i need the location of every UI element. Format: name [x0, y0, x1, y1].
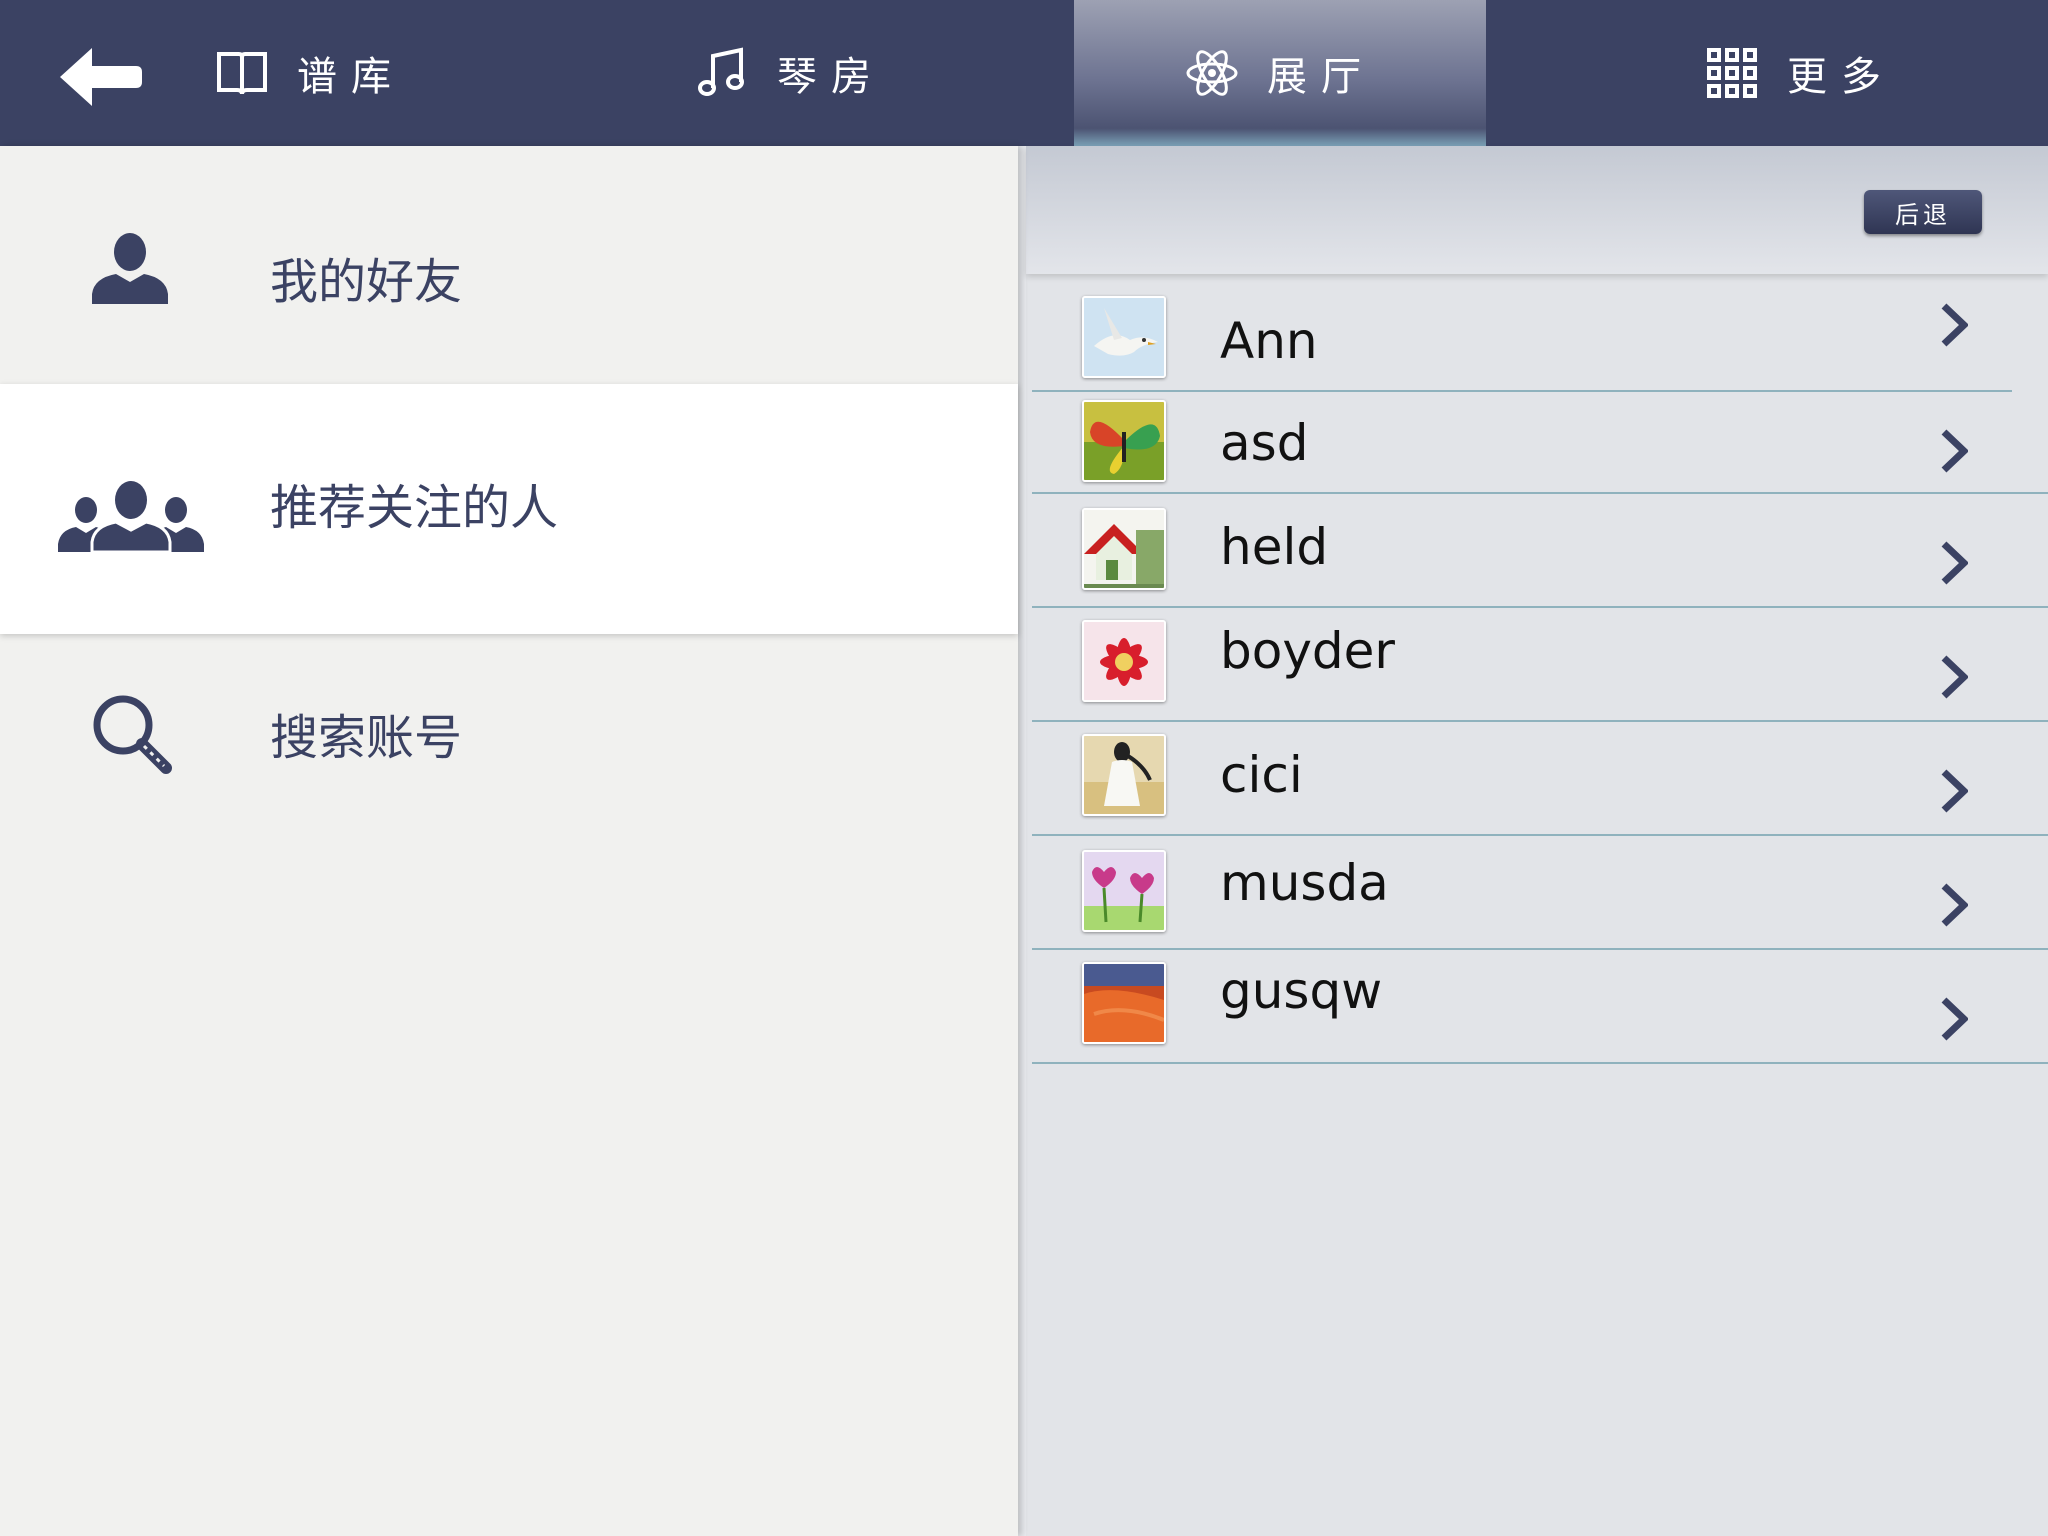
list-item[interactable] [1032, 950, 2048, 1064]
user-name: Ann [1220, 312, 1318, 370]
tab-library[interactable]: 谱库 [180, 0, 440, 146]
tab-gallery-label: 展厅 [1267, 54, 1375, 100]
sidebar-item-label: 推荐关注的人 [270, 480, 559, 536]
atom-icon [1186, 50, 1238, 96]
avatar [1082, 962, 1166, 1044]
chevron-right-icon [1941, 541, 1968, 585]
tab-piano-room[interactable]: 琴房 [650, 0, 930, 146]
music-note-icon [698, 47, 744, 96]
tab-library-label: 谱库 [297, 54, 405, 100]
back-arrow-icon [60, 48, 142, 106]
avatar [1082, 734, 1166, 816]
chevron-right-icon [1941, 997, 1968, 1041]
user-name: held [1220, 518, 1329, 576]
avatar [1082, 850, 1166, 932]
sidebar-item-search-account[interactable]: 搜索账号 [0, 634, 1018, 864]
list-item[interactable] [1032, 836, 2048, 950]
sidebar: 我的好友 推荐关注的人 搜索账号 [0, 146, 1018, 1536]
avatar [1082, 400, 1166, 482]
list-item[interactable] [1032, 722, 2048, 836]
avatar [1082, 296, 1166, 378]
sidebar-item-label: 搜索账号 [270, 710, 463, 766]
user-name: gusqw [1220, 962, 1383, 1020]
person-icon [92, 233, 168, 304]
back-chip-button[interactable]: 后退 [1864, 190, 1982, 234]
content-header: 后退 [1026, 146, 2048, 274]
tab-piano-room-label: 琴房 [777, 54, 885, 100]
chevron-right-icon [1941, 655, 1968, 699]
list-item[interactable] [1032, 280, 2008, 392]
user-name: cici [1220, 746, 1303, 804]
tab-gallery[interactable]: 展厅 [1074, 0, 1486, 146]
sidebar-item-my-friends[interactable]: 我的好友 [0, 146, 1018, 384]
avatar [1082, 508, 1166, 590]
user-name: musda [1220, 854, 1389, 912]
avatar [1082, 620, 1166, 702]
back-button[interactable] [56, 44, 146, 110]
sidebar-item-label: 我的好友 [270, 254, 463, 310]
top-nav-bar: 谱库 琴房 展厅 更多 [0, 0, 2048, 146]
sidebar-item-recommended-people[interactable]: 推荐关注的人 [0, 384, 1018, 634]
user-name: boyder [1220, 622, 1395, 680]
chevron-right-icon [1941, 769, 1968, 813]
chevron-right-icon [1941, 429, 1968, 473]
tab-more[interactable]: 更多 [1660, 0, 1940, 146]
list-item[interactable] [1032, 608, 2048, 722]
list-item[interactable] [1032, 494, 2048, 608]
group-icon [58, 481, 204, 552]
list-item[interactable] [1032, 392, 2048, 494]
search-icon [93, 695, 172, 774]
chevron-right-icon [1941, 883, 1968, 927]
tab-more-label: 更多 [1787, 54, 1895, 100]
grid-icon [1707, 48, 1757, 98]
chevron-right-icon [1941, 303, 1968, 347]
book-icon [217, 52, 267, 95]
user-name: asd [1220, 414, 1309, 472]
